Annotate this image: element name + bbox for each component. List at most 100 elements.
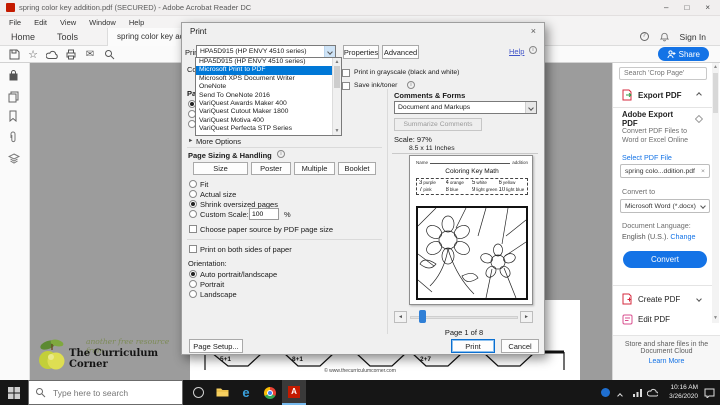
printer-option[interactable]: Send To OneNote 2016 [196, 92, 341, 100]
sidebar-search-input[interactable] [619, 67, 707, 80]
tab-home[interactable]: Home [0, 28, 46, 46]
menu-help[interactable]: Help [129, 18, 144, 27]
portrait-radio[interactable] [189, 280, 197, 288]
printer-option[interactable]: OneNote [196, 83, 341, 91]
sign-in-link[interactable]: Sign In [680, 32, 706, 42]
actual-size-radio[interactable] [189, 190, 197, 198]
menu-view[interactable]: View [60, 18, 76, 27]
selected-file-box[interactable]: spring colo...ddition.pdf × [620, 164, 710, 178]
size-button[interactable]: Size [193, 162, 248, 175]
previous-page-button[interactable]: ◄ [394, 311, 407, 323]
secured-lock-icon[interactable] [8, 69, 19, 83]
bookmarks-icon[interactable] [8, 110, 18, 124]
next-page-button[interactable]: ► [520, 311, 533, 323]
tab-tools[interactable]: Tools [46, 28, 89, 46]
export-pdf-tool[interactable]: Export PDF [613, 87, 713, 103]
learn-more-link[interactable]: Learn More [613, 358, 720, 365]
comments-forms-dropdown[interactable]: Document and Markups [394, 101, 537, 114]
save-ink-checkbox[interactable] [342, 82, 350, 90]
scroll-down-icon[interactable]: ▼ [333, 128, 341, 134]
create-pdf-tool[interactable]: Create PDF [613, 291, 713, 307]
select-pdf-file-link[interactable]: Select PDF File [622, 153, 672, 162]
file-explorer-button[interactable] [210, 380, 234, 405]
maximize-button[interactable]: □ [684, 3, 689, 12]
bell-icon[interactable] [660, 32, 669, 42]
sidebar-scrollbar[interactable]: ▲ ▼ [712, 63, 719, 323]
printer-option[interactable]: VariQuest Perfecta STP Series [196, 125, 341, 133]
taskbar-search-input[interactable] [28, 380, 183, 405]
page-slider-thumb[interactable] [419, 310, 426, 323]
chevron-down-icon[interactable] [696, 296, 702, 302]
printer-option[interactable]: HPA5D915 (HP ENVY 4510 series) [196, 58, 341, 66]
security-tray-icon[interactable] [601, 388, 610, 397]
booklet-button[interactable]: Booklet [338, 162, 376, 175]
clock[interactable]: 10:16 AM 3/26/2020 [669, 383, 698, 401]
printer-option[interactable]: VariQuest Awards Maker 400 [196, 100, 341, 108]
cortana-button[interactable] [186, 380, 210, 405]
advanced-button[interactable]: Advanced [382, 45, 419, 59]
close-button[interactable]: × [705, 3, 710, 12]
attachments-icon[interactable] [8, 131, 18, 146]
favorite-button[interactable]: ☆ [25, 48, 41, 61]
menu-edit[interactable]: Edit [34, 18, 47, 27]
chevron-up-icon[interactable] [696, 92, 702, 98]
menu-window[interactable]: Window [89, 18, 116, 27]
save-button[interactable] [6, 48, 22, 61]
email-button[interactable]: ✉ [82, 48, 98, 61]
edit-pdf-tool[interactable]: Edit PDF [613, 311, 713, 327]
tray-expand-icon[interactable] [618, 391, 622, 400]
layers-icon[interactable] [8, 153, 20, 166]
help-link[interactable]: Help [509, 47, 524, 56]
acrobat-app-icon [6, 3, 15, 12]
printer-dropdown[interactable]: HPA5D915 (HP ENVY 4510 series) [196, 45, 336, 58]
printer-option[interactable]: Microsoft XPS Document Writer [196, 75, 341, 83]
cloud-upload-button[interactable] [44, 48, 60, 61]
convert-button[interactable]: Convert [623, 251, 707, 268]
shrink-pages-radio[interactable] [189, 200, 197, 208]
scroll-down-icon[interactable]: ▼ [712, 315, 719, 321]
chrome-button[interactable] [258, 380, 282, 405]
network-icon[interactable] [633, 388, 643, 397]
minimize-button[interactable]: – [664, 3, 668, 12]
printer-option[interactable]: VariQuest Motiva 400 [196, 117, 341, 125]
change-language-link[interactable]: Change [670, 232, 695, 241]
edge-button[interactable]: e [234, 380, 258, 405]
fit-radio[interactable] [189, 180, 197, 188]
remove-file-icon[interactable]: × [701, 168, 705, 175]
printer-option-selected[interactable]: Microsoft Print to PDF [196, 66, 341, 74]
summarize-comments-button[interactable]: Summarize Comments [394, 118, 482, 131]
poster-button[interactable]: Poster [251, 162, 291, 175]
zoom-button[interactable] [101, 48, 117, 61]
custom-scale-input[interactable] [249, 208, 279, 220]
format-dropdown[interactable]: Microsoft Word (*.docx) [620, 199, 710, 213]
landscape-radio[interactable] [189, 290, 197, 298]
notification-icon[interactable] [704, 388, 715, 398]
page-thumbnails-icon[interactable] [8, 91, 19, 105]
page-slider-track[interactable] [410, 316, 518, 319]
printer-option[interactable]: VariQuest Cutout Maker 1800 [196, 108, 341, 116]
both-sides-checkbox[interactable] [189, 245, 197, 253]
more-options-link[interactable]: More Options [196, 137, 241, 146]
scroll-up-icon[interactable]: ▲ [712, 64, 719, 70]
scrollbar-thumb[interactable] [334, 66, 340, 88]
properties-button[interactable]: Properties [343, 45, 379, 59]
onedrive-icon[interactable] [647, 388, 658, 397]
cancel-button[interactable]: Cancel [501, 339, 539, 353]
scroll-up-icon[interactable]: ▲ [333, 59, 341, 65]
printer-list-scrollbar[interactable]: ▲ ▼ [332, 58, 341, 135]
auto-orientation-radio[interactable] [189, 270, 197, 278]
scrollbar-thumb[interactable] [713, 73, 718, 113]
share-button[interactable]: Share [658, 47, 709, 61]
custom-scale-radio[interactable] [189, 210, 197, 218]
paper-source-checkbox[interactable] [189, 225, 197, 233]
help-icon[interactable]: ? [640, 32, 649, 41]
start-button[interactable] [2, 380, 26, 405]
dialog-close-icon[interactable]: × [531, 26, 536, 36]
grayscale-checkbox[interactable] [342, 69, 350, 77]
menu-file[interactable]: File [9, 18, 21, 27]
print-button[interactable] [63, 48, 79, 61]
print-button[interactable]: Print [451, 339, 495, 353]
multiple-button[interactable]: Multiple [294, 162, 335, 175]
page-setup-button[interactable]: Page Setup... [189, 339, 243, 353]
acrobat-taskbar-button[interactable]: A [282, 380, 306, 405]
